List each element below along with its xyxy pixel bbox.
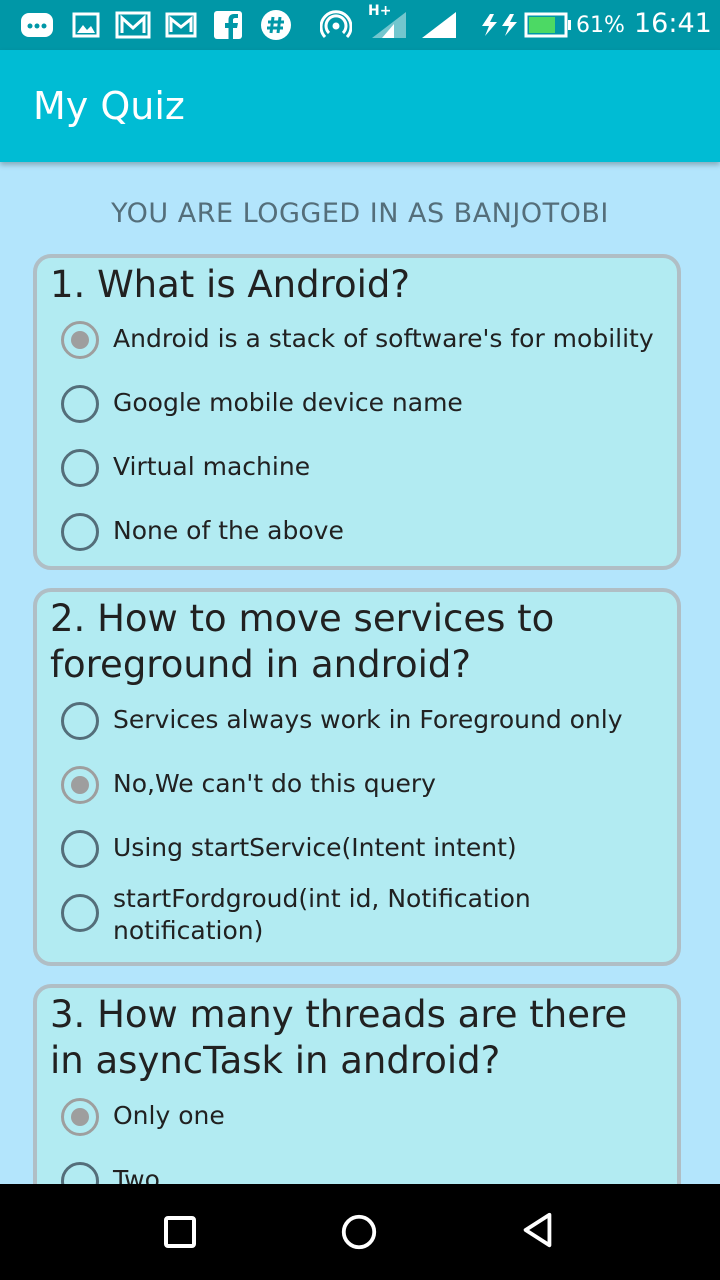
radio-button[interactable] bbox=[61, 513, 99, 551]
question-text: 3. How many threads are there in asyncTa… bbox=[50, 993, 628, 1082]
option-radio[interactable]: Using startService(Intent intent) bbox=[61, 821, 671, 877]
option-label: Only one bbox=[113, 1101, 225, 1130]
option-radio[interactable]: Google mobile device name bbox=[61, 376, 671, 432]
question-text: 2. How to move services to foreground in… bbox=[50, 597, 555, 686]
option-radio[interactable]: Two bbox=[61, 1153, 671, 1184]
option-radio[interactable]: No,We can't do this query bbox=[61, 757, 671, 813]
battery-percent: 61% bbox=[576, 13, 625, 38]
hotspot-icon bbox=[320, 10, 352, 39]
option-radio[interactable]: startFordgroud(int id, Notification noti… bbox=[61, 884, 671, 945]
option-label: None of the above bbox=[113, 516, 344, 545]
recents-button[interactable] bbox=[160, 1212, 200, 1252]
option-label: Using startService(Intent intent) bbox=[113, 833, 517, 862]
charging-icon bbox=[482, 14, 517, 36]
navigation-bar bbox=[0, 1184, 720, 1280]
option-label: Google mobile device name bbox=[113, 388, 463, 417]
status-bar: H+ 61% 16:41 bbox=[0, 0, 720, 50]
radio-button[interactable] bbox=[61, 702, 99, 740]
radio-button-checked[interactable] bbox=[61, 766, 99, 804]
radio-button[interactable] bbox=[61, 449, 99, 487]
radio-button-checked[interactable] bbox=[61, 321, 99, 359]
app-title: My Quiz bbox=[33, 84, 185, 128]
battery-icon bbox=[524, 12, 571, 38]
facebook-icon bbox=[214, 11, 242, 39]
quiz-content[interactable]: YOU ARE LOGGED IN AS BANJOTOBI 1. What i… bbox=[0, 162, 720, 1184]
option-label: startFordgroud(int id, Notification noti… bbox=[113, 884, 531, 945]
logged-in-label: YOU ARE LOGGED IN AS BANJOTOBI bbox=[111, 198, 609, 229]
gmail-icon bbox=[165, 12, 197, 38]
option-label: Android is a stack of software's for mob… bbox=[113, 324, 654, 353]
option-label: Two bbox=[113, 1165, 160, 1184]
radio-button[interactable] bbox=[61, 830, 99, 868]
option-radio[interactable]: Services always work in Foreground only bbox=[61, 693, 671, 749]
question-card-2: 2. How to move services to foreground in… bbox=[33, 588, 681, 966]
radio-button[interactable] bbox=[61, 385, 99, 423]
gallery-icon bbox=[72, 12, 100, 38]
option-radio[interactable]: Only one bbox=[61, 1089, 671, 1145]
app-bar: My Quiz bbox=[0, 50, 720, 162]
question-card-3: 3. How many threads are there in asyncTa… bbox=[33, 984, 681, 1184]
question-card-1: 1. What is Android? Android is a stack o… bbox=[33, 254, 681, 570]
clock: 16:41 bbox=[634, 8, 712, 39]
signal-icon bbox=[422, 12, 456, 38]
radio-button[interactable] bbox=[61, 1162, 99, 1184]
signal-icon bbox=[372, 12, 406, 38]
radio-button[interactable] bbox=[61, 894, 99, 932]
email-icon bbox=[115, 11, 151, 39]
hashtag-icon bbox=[261, 10, 291, 40]
option-label: No,We can't do this query bbox=[113, 769, 436, 798]
option-radio[interactable]: Android is a stack of software's for mob… bbox=[61, 312, 671, 368]
option-radio[interactable]: Virtual machine bbox=[61, 440, 671, 496]
back-button[interactable] bbox=[518, 1210, 558, 1250]
radio-button-checked[interactable] bbox=[61, 1098, 99, 1136]
option-radio[interactable]: None of the above bbox=[61, 504, 671, 560]
option-label: Virtual machine bbox=[113, 452, 311, 481]
question-text: 1. What is Android? bbox=[50, 263, 411, 306]
home-button[interactable] bbox=[339, 1212, 379, 1252]
option-label: Services always work in Foreground only bbox=[113, 705, 623, 734]
more-icon bbox=[21, 13, 53, 37]
